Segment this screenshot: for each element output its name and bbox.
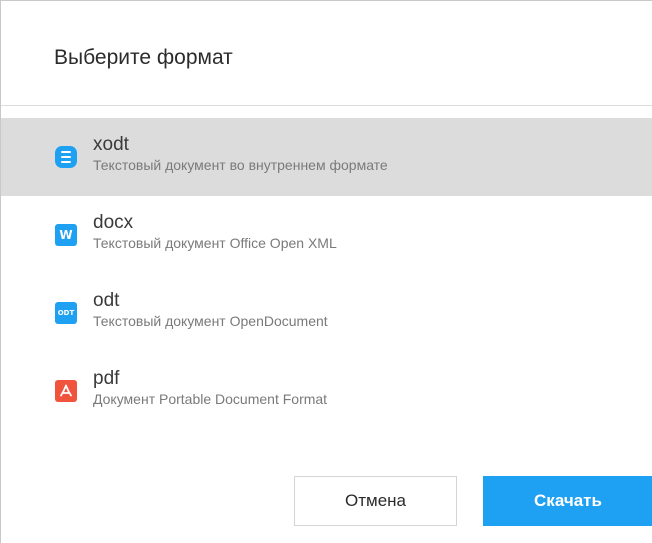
dialog-footer: Отмена Скачать [1, 476, 652, 526]
dialog-header: Выберите формат [1, 1, 652, 106]
format-item-docx[interactable]: W docx Текстовый документ Office Open XM… [1, 196, 652, 274]
document-lines-icon [55, 146, 77, 168]
format-item-odt[interactable]: ODT odt Текстовый документ OpenDocument [1, 274, 652, 352]
download-button[interactable]: Скачать [483, 476, 652, 526]
format-item-xodt[interactable]: xodt Текстовый документ во внутреннем фо… [1, 118, 652, 196]
format-name: xodt [93, 134, 129, 155]
format-item-pdf[interactable]: pdf Документ Portable Document Format [1, 352, 652, 430]
format-description: Текстовый документ OpenDocument [93, 313, 328, 329]
pdf-icon [55, 380, 77, 402]
format-description: Текстовый документ во внутреннем формате [93, 157, 388, 173]
cancel-button[interactable]: Отмена [294, 476, 457, 526]
dialog-title: Выберите формат [54, 46, 233, 69]
word-icon: W [55, 224, 77, 246]
format-dialog: Выберите формат xodt Текстовый документ … [0, 0, 652, 543]
format-name: pdf [93, 368, 120, 389]
format-description: Текстовый документ Office Open XML [93, 235, 337, 251]
format-name: odt [93, 290, 120, 311]
format-name: docx [93, 212, 134, 233]
format-list: xodt Текстовый документ во внутреннем фо… [1, 118, 652, 430]
odt-icon: ODT [55, 302, 77, 324]
format-description: Документ Portable Document Format [93, 391, 328, 407]
